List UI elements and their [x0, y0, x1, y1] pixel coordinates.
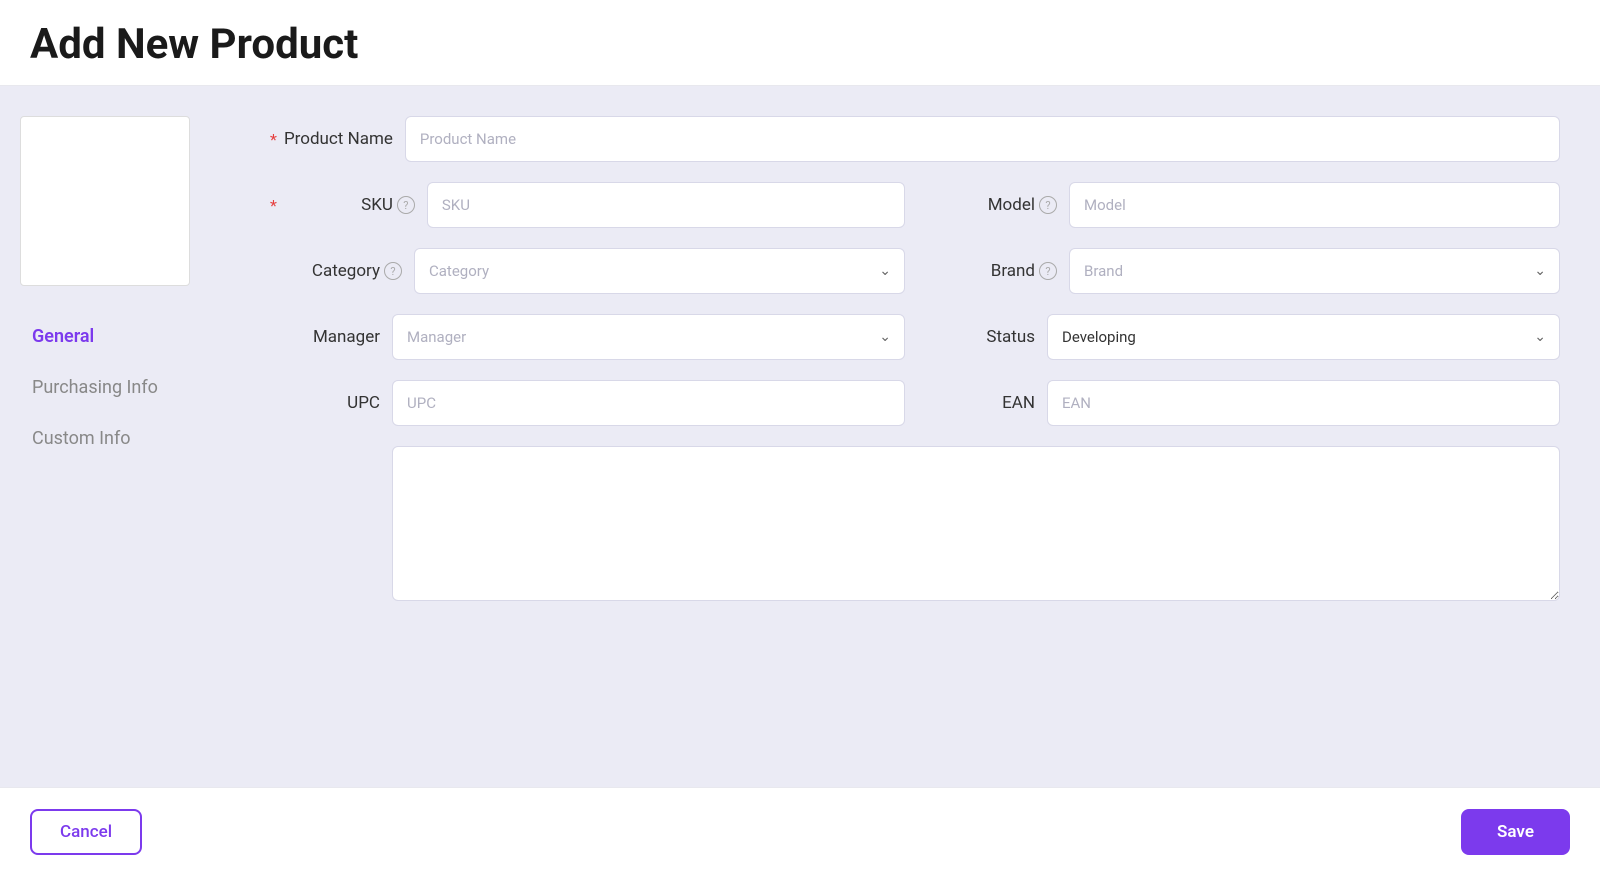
- model-field-group: Model ?: [925, 182, 1560, 228]
- page-title: Add New Product: [30, 20, 1570, 69]
- upc-ean-row: UPC EAN: [270, 380, 1560, 426]
- status-label-group: Status: [925, 327, 1035, 347]
- description-label: [270, 458, 380, 470]
- brand-help-icon[interactable]: ?: [1039, 262, 1057, 280]
- sidebar-item-custom[interactable]: Custom Info: [20, 418, 210, 459]
- sku-input[interactable]: [427, 182, 905, 228]
- save-button[interactable]: Save: [1461, 809, 1570, 855]
- category-select[interactable]: Category: [414, 248, 905, 294]
- form-grid: * Product Name * SKU ? Model: [270, 116, 1560, 605]
- sku-label: SKU: [283, 195, 393, 215]
- manager-field-group: Manager Manager ⌄: [270, 314, 905, 360]
- category-label: Category: [270, 261, 380, 281]
- status-label: Status: [925, 327, 1035, 347]
- description-row: [270, 446, 1560, 605]
- manager-label: Manager: [270, 327, 380, 347]
- upc-input[interactable]: [392, 380, 905, 426]
- model-label-group: Model ?: [925, 195, 1057, 215]
- sidebar: General Purchasing Info Custom Info: [0, 86, 230, 787]
- brand-label: Brand: [925, 261, 1035, 281]
- product-image-placeholder[interactable]: [20, 116, 190, 286]
- ean-label: EAN: [925, 393, 1035, 413]
- page-header: Add New Product: [0, 0, 1600, 86]
- footer-bar: Cancel Save: [0, 787, 1600, 875]
- model-input[interactable]: [1069, 182, 1560, 228]
- brand-label-group: Brand ?: [925, 261, 1057, 281]
- manager-select[interactable]: Manager: [392, 314, 905, 360]
- sku-label-group: * SKU ?: [270, 195, 415, 215]
- ean-input[interactable]: [1047, 380, 1560, 426]
- status-select[interactable]: Developing Active Inactive Discontinued: [1047, 314, 1560, 360]
- status-select-wrapper: Developing Active Inactive Discontinued …: [1047, 314, 1560, 360]
- brand-select-wrapper: Brand ⌄: [1069, 248, 1560, 294]
- manager-select-wrapper: Manager ⌄: [392, 314, 905, 360]
- product-name-label: Product Name: [283, 129, 393, 149]
- manager-status-row: Manager Manager ⌄ Status: [270, 314, 1560, 360]
- model-help-icon[interactable]: ?: [1039, 196, 1057, 214]
- content-area: General Purchasing Info Custom Info * Pr…: [0, 86, 1600, 787]
- model-label: Model: [925, 195, 1035, 215]
- category-help-icon[interactable]: ?: [384, 262, 402, 280]
- upc-field-group: UPC: [270, 380, 905, 426]
- category-label-group: Category ?: [270, 261, 402, 281]
- description-wrapper: [392, 446, 1560, 605]
- description-textarea[interactable]: [392, 446, 1560, 601]
- upc-label: UPC: [270, 393, 380, 413]
- category-field-group: Category ? Category ⌄: [270, 248, 905, 294]
- required-star-product-name: *: [270, 130, 277, 149]
- ean-field-group: EAN: [925, 380, 1560, 426]
- description-label-group: [270, 446, 380, 470]
- main-form-area: * Product Name * SKU ? Model: [230, 86, 1600, 787]
- status-field-group: Status Developing Active Inactive Discon…: [925, 314, 1560, 360]
- sku-field-group: * SKU ?: [270, 182, 905, 228]
- upc-label-group: UPC: [270, 393, 380, 413]
- ean-label-group: EAN: [925, 393, 1035, 413]
- product-name-label-group: * Product Name: [270, 129, 393, 149]
- cancel-button[interactable]: Cancel: [30, 809, 142, 855]
- product-name-input[interactable]: [405, 116, 1560, 162]
- brand-select[interactable]: Brand: [1069, 248, 1560, 294]
- category-select-wrapper: Category ⌄: [414, 248, 905, 294]
- product-name-row: * Product Name: [270, 116, 1560, 162]
- manager-label-group: Manager: [270, 327, 380, 347]
- brand-field-group: Brand ? Brand ⌄: [925, 248, 1560, 294]
- required-star-sku: *: [270, 196, 277, 215]
- sku-help-icon[interactable]: ?: [397, 196, 415, 214]
- category-brand-row: Category ? Category ⌄ Brand ?: [270, 248, 1560, 294]
- sidebar-item-purchasing[interactable]: Purchasing Info: [20, 367, 210, 408]
- sidebar-item-general[interactable]: General: [20, 316, 210, 357]
- sku-model-row: * SKU ? Model ?: [270, 182, 1560, 228]
